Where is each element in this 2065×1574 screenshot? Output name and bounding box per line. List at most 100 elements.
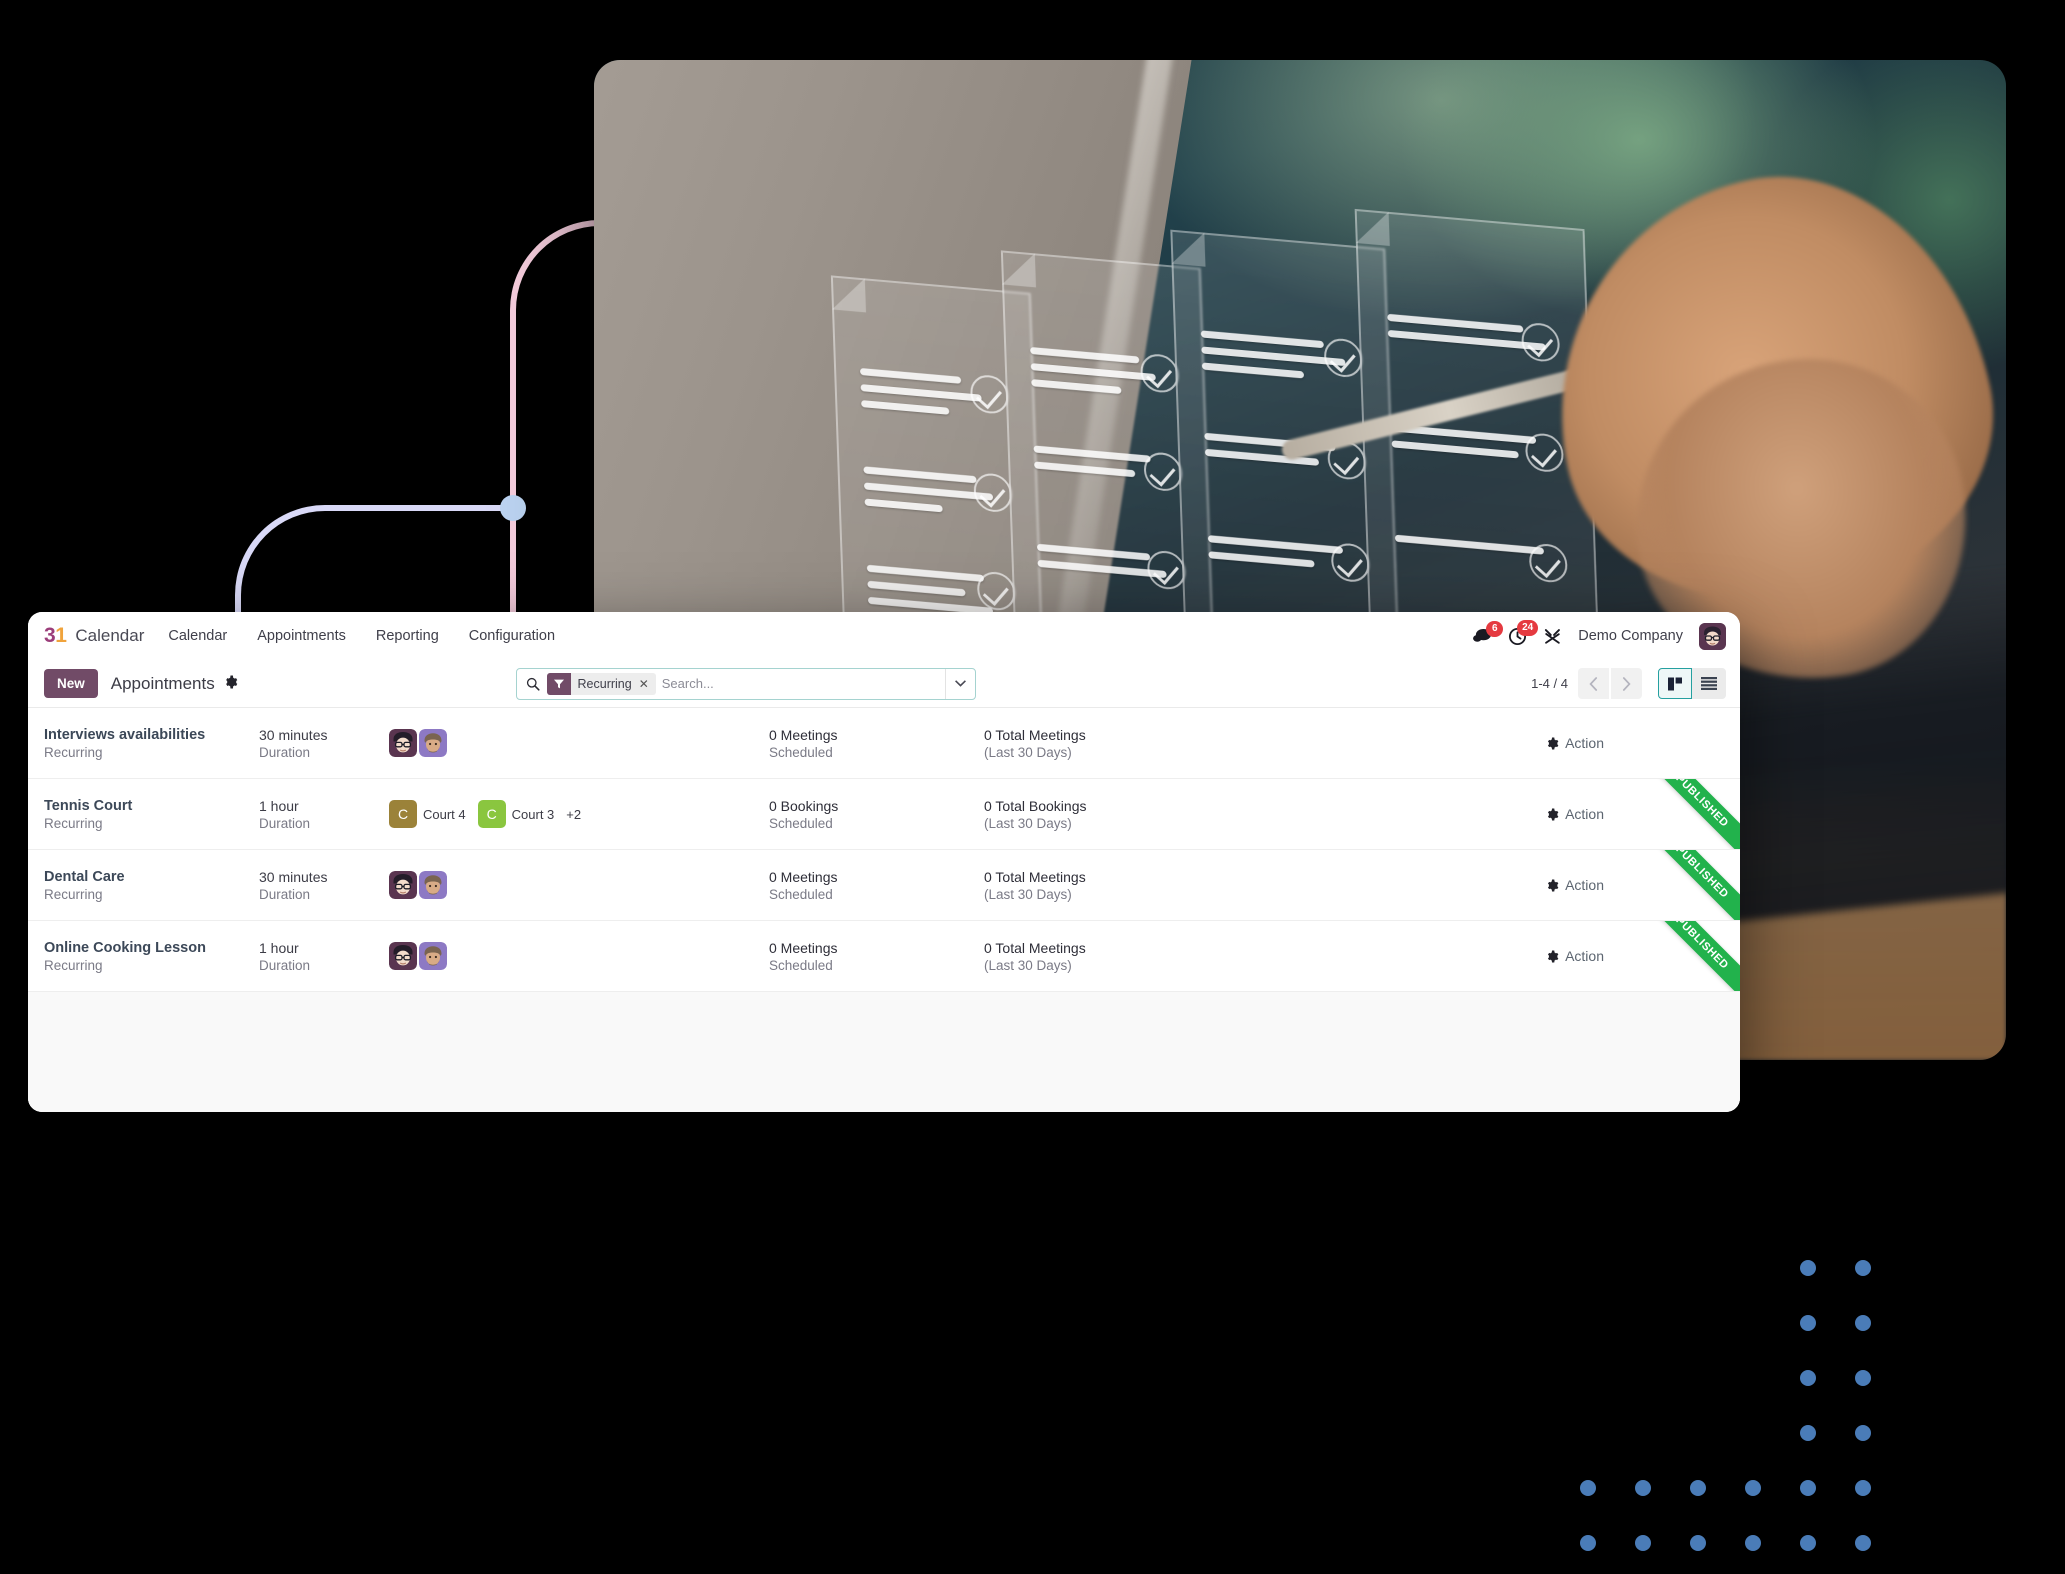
avatar-face-icon — [389, 942, 417, 970]
gear-icon — [1548, 878, 1559, 892]
navbar-right: 6 24 Demo Company — [1473, 619, 1726, 650]
resource-initial-badge: C — [477, 800, 506, 828]
control-panel-right: 1-4 / 4 — [1531, 668, 1726, 699]
nav-item-calendar[interactable]: Calendar — [168, 628, 227, 644]
resource-chip: C Court 3 — [477, 800, 554, 828]
row-name-cell: Tennis Court Recurring — [44, 798, 259, 831]
resource-name: Court 4 — [423, 806, 466, 822]
avatar — [389, 871, 417, 899]
checkmark-circle-icon — [1330, 541, 1370, 584]
list-empty-space — [28, 992, 1740, 1112]
search-facet-recurring[interactable]: Recurring ✕ — [546, 672, 656, 695]
row-scheduled-cell: 0 Meetings Scheduled — [769, 727, 984, 760]
duration-label: Duration — [259, 744, 311, 760]
row-resources-cell — [389, 871, 769, 899]
row-name-cell: Dental Care Recurring — [44, 869, 259, 902]
row-duration-cell: 30 minutes Duration — [259, 727, 389, 760]
search-dropdown-toggle[interactable] — [944, 668, 975, 699]
nav-item-reporting[interactable]: Reporting — [376, 628, 439, 644]
chevron-right-icon — [1622, 676, 1631, 691]
row-total-cell: 0 Total Bookings (Last 30 Days) — [984, 798, 1264, 831]
appointments-list: Interviews availabilities Recurring 30 m… — [28, 708, 1740, 1112]
action-label: Action — [1565, 877, 1604, 893]
appointment-subtitle: Recurring — [44, 886, 103, 902]
row-duration-cell: 1 hour Duration — [259, 940, 389, 973]
row-resources-cell — [389, 942, 769, 970]
nav-item-configuration[interactable]: Configuration — [469, 628, 555, 644]
previous-page-button[interactable] — [1577, 668, 1609, 699]
filter-icon — [546, 672, 571, 695]
gear-icon[interactable] — [224, 675, 238, 692]
total-label: (Last 30 Days) — [984, 886, 1072, 902]
sheet-line — [1208, 551, 1315, 568]
scheduled-count: 0 Meetings — [769, 939, 838, 956]
appointment-name: Online Cooking Lesson — [44, 939, 206, 956]
appointment-name: Tennis Court — [44, 797, 133, 814]
sheet-line — [1029, 346, 1140, 364]
duration-value: 30 minutes — [259, 726, 328, 743]
brand[interactable]: 31 Calendar — [44, 624, 144, 648]
gear-icon — [1548, 736, 1559, 750]
avatar-face-icon — [419, 942, 447, 970]
avatar-face-icon — [389, 871, 417, 899]
new-button[interactable]: New — [44, 669, 98, 698]
brand-name: Calendar — [75, 626, 145, 645]
table-row[interactable]: Online Cooking Lesson Recurring 1 hour D… — [28, 921, 1740, 992]
checkmark-circle-icon — [1143, 451, 1184, 493]
calendar-logo-icon: 31 — [44, 624, 67, 648]
page-title: Appointments — [110, 673, 215, 693]
messages-button[interactable]: 6 — [1473, 620, 1504, 645]
row-action-cell[interactable]: Action — [1546, 735, 1724, 751]
row-scheduled-cell: 0 Meetings Scheduled — [769, 940, 984, 973]
search-icon — [517, 677, 547, 691]
user-avatar[interactable] — [1699, 622, 1726, 650]
total-count: 0 Total Meetings — [984, 726, 1086, 743]
logo-digit-1: 1 — [55, 624, 67, 647]
company-name[interactable]: Demo Company — [1578, 628, 1683, 644]
chevron-down-icon — [954, 680, 966, 687]
checkmark-circle-icon — [1528, 542, 1568, 584]
scheduled-label: Scheduled — [769, 957, 833, 973]
action-label: Action — [1565, 806, 1604, 822]
avatar-face-icon — [419, 729, 447, 757]
next-page-button[interactable] — [1610, 668, 1642, 699]
sheet-line — [1208, 535, 1344, 555]
total-count: 0 Total Meetings — [984, 868, 1086, 885]
magnifier-glyph-icon — [526, 677, 540, 691]
sheet-line — [1201, 330, 1324, 349]
avatar-face-icon — [419, 871, 447, 899]
list-view-button[interactable] — [1691, 668, 1726, 699]
facet-remove-icon[interactable]: ✕ — [639, 677, 656, 691]
sheet-line — [866, 580, 966, 597]
sheet-line — [1033, 445, 1151, 463]
row-total-cell: 0 Total Meetings (Last 30 Days) — [984, 940, 1264, 973]
appointment-name: Dental Care — [44, 868, 125, 885]
funnel-glyph-icon — [553, 679, 564, 688]
table-row[interactable]: Interviews availabilities Recurring 30 m… — [28, 708, 1740, 779]
sheet-line — [1394, 534, 1545, 555]
avatar — [419, 942, 447, 970]
activities-button[interactable]: 24 — [1508, 619, 1539, 646]
checkmark-circle-icon — [1147, 549, 1187, 591]
duration-label: Duration — [259, 957, 311, 973]
pager-count: 1-4 / 4 — [1531, 676, 1568, 691]
gear-icon — [1548, 949, 1559, 963]
scheduled-count: 0 Meetings — [769, 868, 838, 885]
pager-buttons — [1577, 668, 1642, 699]
checkmark-circle-icon — [1520, 321, 1561, 364]
checkmark-circle-icon — [1323, 337, 1363, 379]
table-row[interactable]: Dental Care Recurring 30 minutes Duratio… — [28, 850, 1740, 921]
table-row[interactable]: Tennis Court Recurring 1 hour Duration C… — [28, 779, 1740, 850]
avatar-face-icon — [1699, 622, 1726, 650]
sheet-line — [1030, 379, 1122, 395]
sheet-fold-corner-icon — [830, 275, 867, 313]
appointment-subtitle: Recurring — [44, 744, 103, 760]
search-input[interactable] — [655, 676, 945, 691]
nav-item-appointments[interactable]: Appointments — [257, 628, 346, 644]
row-name-cell: Interviews availabilities Recurring — [44, 727, 259, 760]
kanban-view-button[interactable] — [1657, 668, 1692, 699]
duration-label: Duration — [259, 886, 311, 902]
search-bar[interactable]: Recurring ✕ — [515, 667, 976, 700]
developer-tools-button[interactable] — [1543, 627, 1562, 646]
checkmark-circle-icon — [970, 373, 1010, 416]
